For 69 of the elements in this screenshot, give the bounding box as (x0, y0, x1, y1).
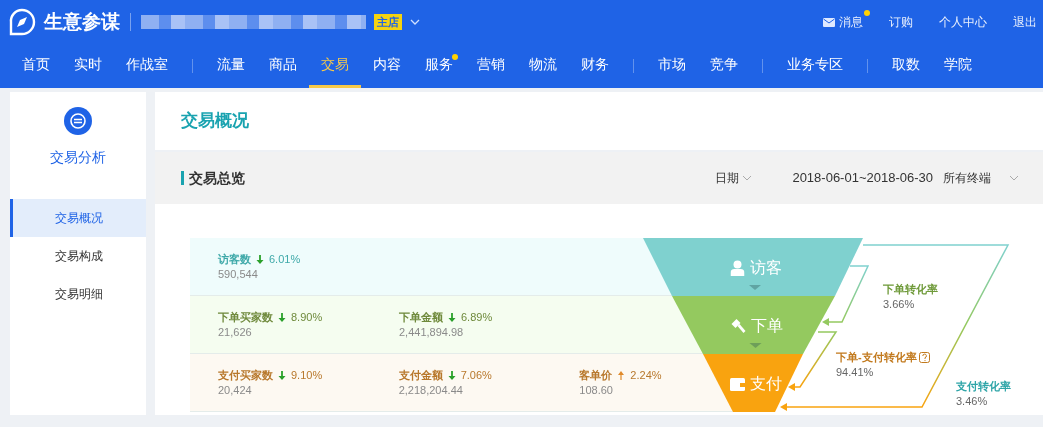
header-link[interactable]: 订购 (889, 13, 913, 31)
nav-tab[interactable]: 内容 (361, 44, 413, 88)
caret-icon[interactable] (410, 19, 420, 25)
terminal-dropdown[interactable]: 所有终端 (943, 169, 1019, 187)
metric-label: 支付买家数 (218, 367, 273, 383)
down-triangle-icon (749, 343, 762, 348)
metric-label: 客单价 (579, 367, 613, 383)
nav-tab[interactable]: 竞争 (698, 44, 750, 88)
nav-tab[interactable]: 交易 (309, 44, 361, 88)
conversion-label: 下单转化率 (883, 282, 938, 297)
metric-value: 20,424 (218, 382, 252, 398)
metric-value: 590,544 (218, 266, 258, 282)
change-percent: 7.06% (460, 367, 492, 383)
sidebar-title: 交易分析 (50, 148, 106, 167)
nav-tab[interactable]: 营销 (465, 44, 517, 88)
nav-tab[interactable]: 物流 (517, 44, 569, 88)
header-link[interactable]: 消息 (823, 13, 863, 31)
nav-tab[interactable]: 财务 (569, 44, 621, 88)
down-triangle-icon (749, 285, 761, 290)
header-link[interactable]: 个人中心 (939, 13, 987, 31)
change-percent: 8.90% (291, 309, 323, 325)
nav-tab[interactable]: 实时 (62, 44, 114, 88)
conversion-value: 3.46% (956, 394, 988, 409)
nav-tab[interactable]: 商品 (257, 44, 309, 88)
funnel-label: 支付 (750, 374, 782, 394)
nav-tab[interactable]: 取数 (880, 44, 932, 88)
date-range[interactable]: 2018-06-01~2018-06-30 (792, 168, 933, 188)
metric-label: 访客数 (218, 251, 251, 267)
nav-tab[interactable]: 服务 (413, 44, 465, 88)
exchange-icon (64, 107, 92, 135)
nav-tab[interactable]: 学院 (932, 44, 984, 88)
nav-tab[interactable]: 作战室 (114, 44, 180, 88)
conversion-value: 3.66% (883, 297, 915, 312)
hammer-icon (730, 318, 746, 334)
page-title: 交易概况 (181, 110, 249, 133)
change-percent: 9.10% (291, 367, 323, 383)
funnel-label: 访客 (749, 258, 782, 278)
help-icon[interactable] (918, 352, 930, 363)
change-percent: 6.89% (461, 309, 493, 325)
mail-icon (823, 17, 835, 27)
change-percent: 6.01% (269, 251, 301, 267)
metric-value: 2,218,204.44 (398, 382, 463, 398)
metric-value: 21,626 (218, 324, 252, 340)
funnel-label: 下单 (751, 316, 783, 336)
compass-logo-icon (8, 8, 36, 36)
conversion-value: 94.41% (836, 365, 874, 380)
person-icon (730, 260, 745, 276)
header-link[interactable]: 退出 (1013, 13, 1037, 31)
conversion-label: 下单-支付转化率 (836, 350, 917, 365)
period-dropdown[interactable]: 日期 (715, 169, 753, 187)
metric-label: 下单金额 (399, 309, 443, 325)
nav-tab[interactable]: 业务专区 (775, 44, 855, 88)
nav-tab[interactable]: 首页 (10, 44, 62, 88)
caret-icon (1009, 175, 1019, 181)
metric-value: 2,441,894.98 (399, 324, 464, 340)
metric-label: 下单买家数 (218, 309, 273, 325)
nav-tab[interactable]: 市场 (646, 44, 698, 88)
change-percent: 2.24% (630, 367, 662, 383)
section-title: 交易总览 (189, 168, 245, 188)
app-title: 生意参谋 (44, 9, 120, 34)
metric-value: 108.60 (579, 382, 613, 398)
store-badge: 主店 (374, 14, 402, 30)
metric-label: 支付金额 (398, 367, 443, 383)
conversion-label: 支付转化率 (956, 379, 1011, 394)
sidebar-item[interactable]: 交易构成 (10, 237, 146, 275)
sidebar-item[interactable]: 交易概况 (10, 199, 146, 237)
nav-tab[interactable]: 流量 (205, 44, 257, 88)
caret-icon (742, 175, 753, 181)
sidebar-item[interactable]: 交易明细 (10, 275, 146, 313)
